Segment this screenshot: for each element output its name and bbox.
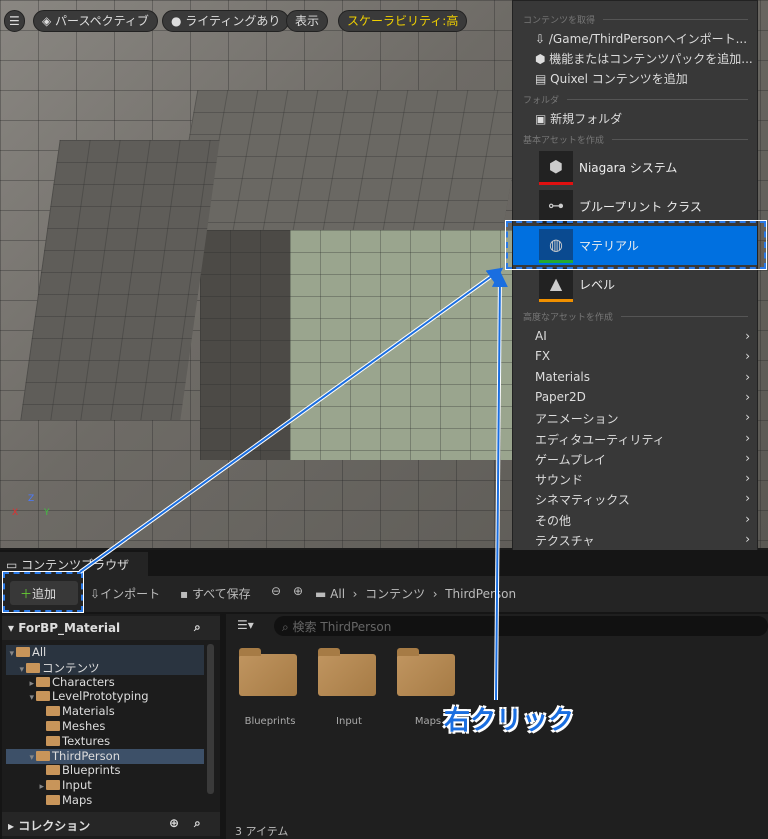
annotation-right-click-label: 右クリック bbox=[444, 706, 575, 736]
annotation-arrows bbox=[78, 267, 508, 701]
arrow-add-to-material bbox=[79, 267, 504, 573]
